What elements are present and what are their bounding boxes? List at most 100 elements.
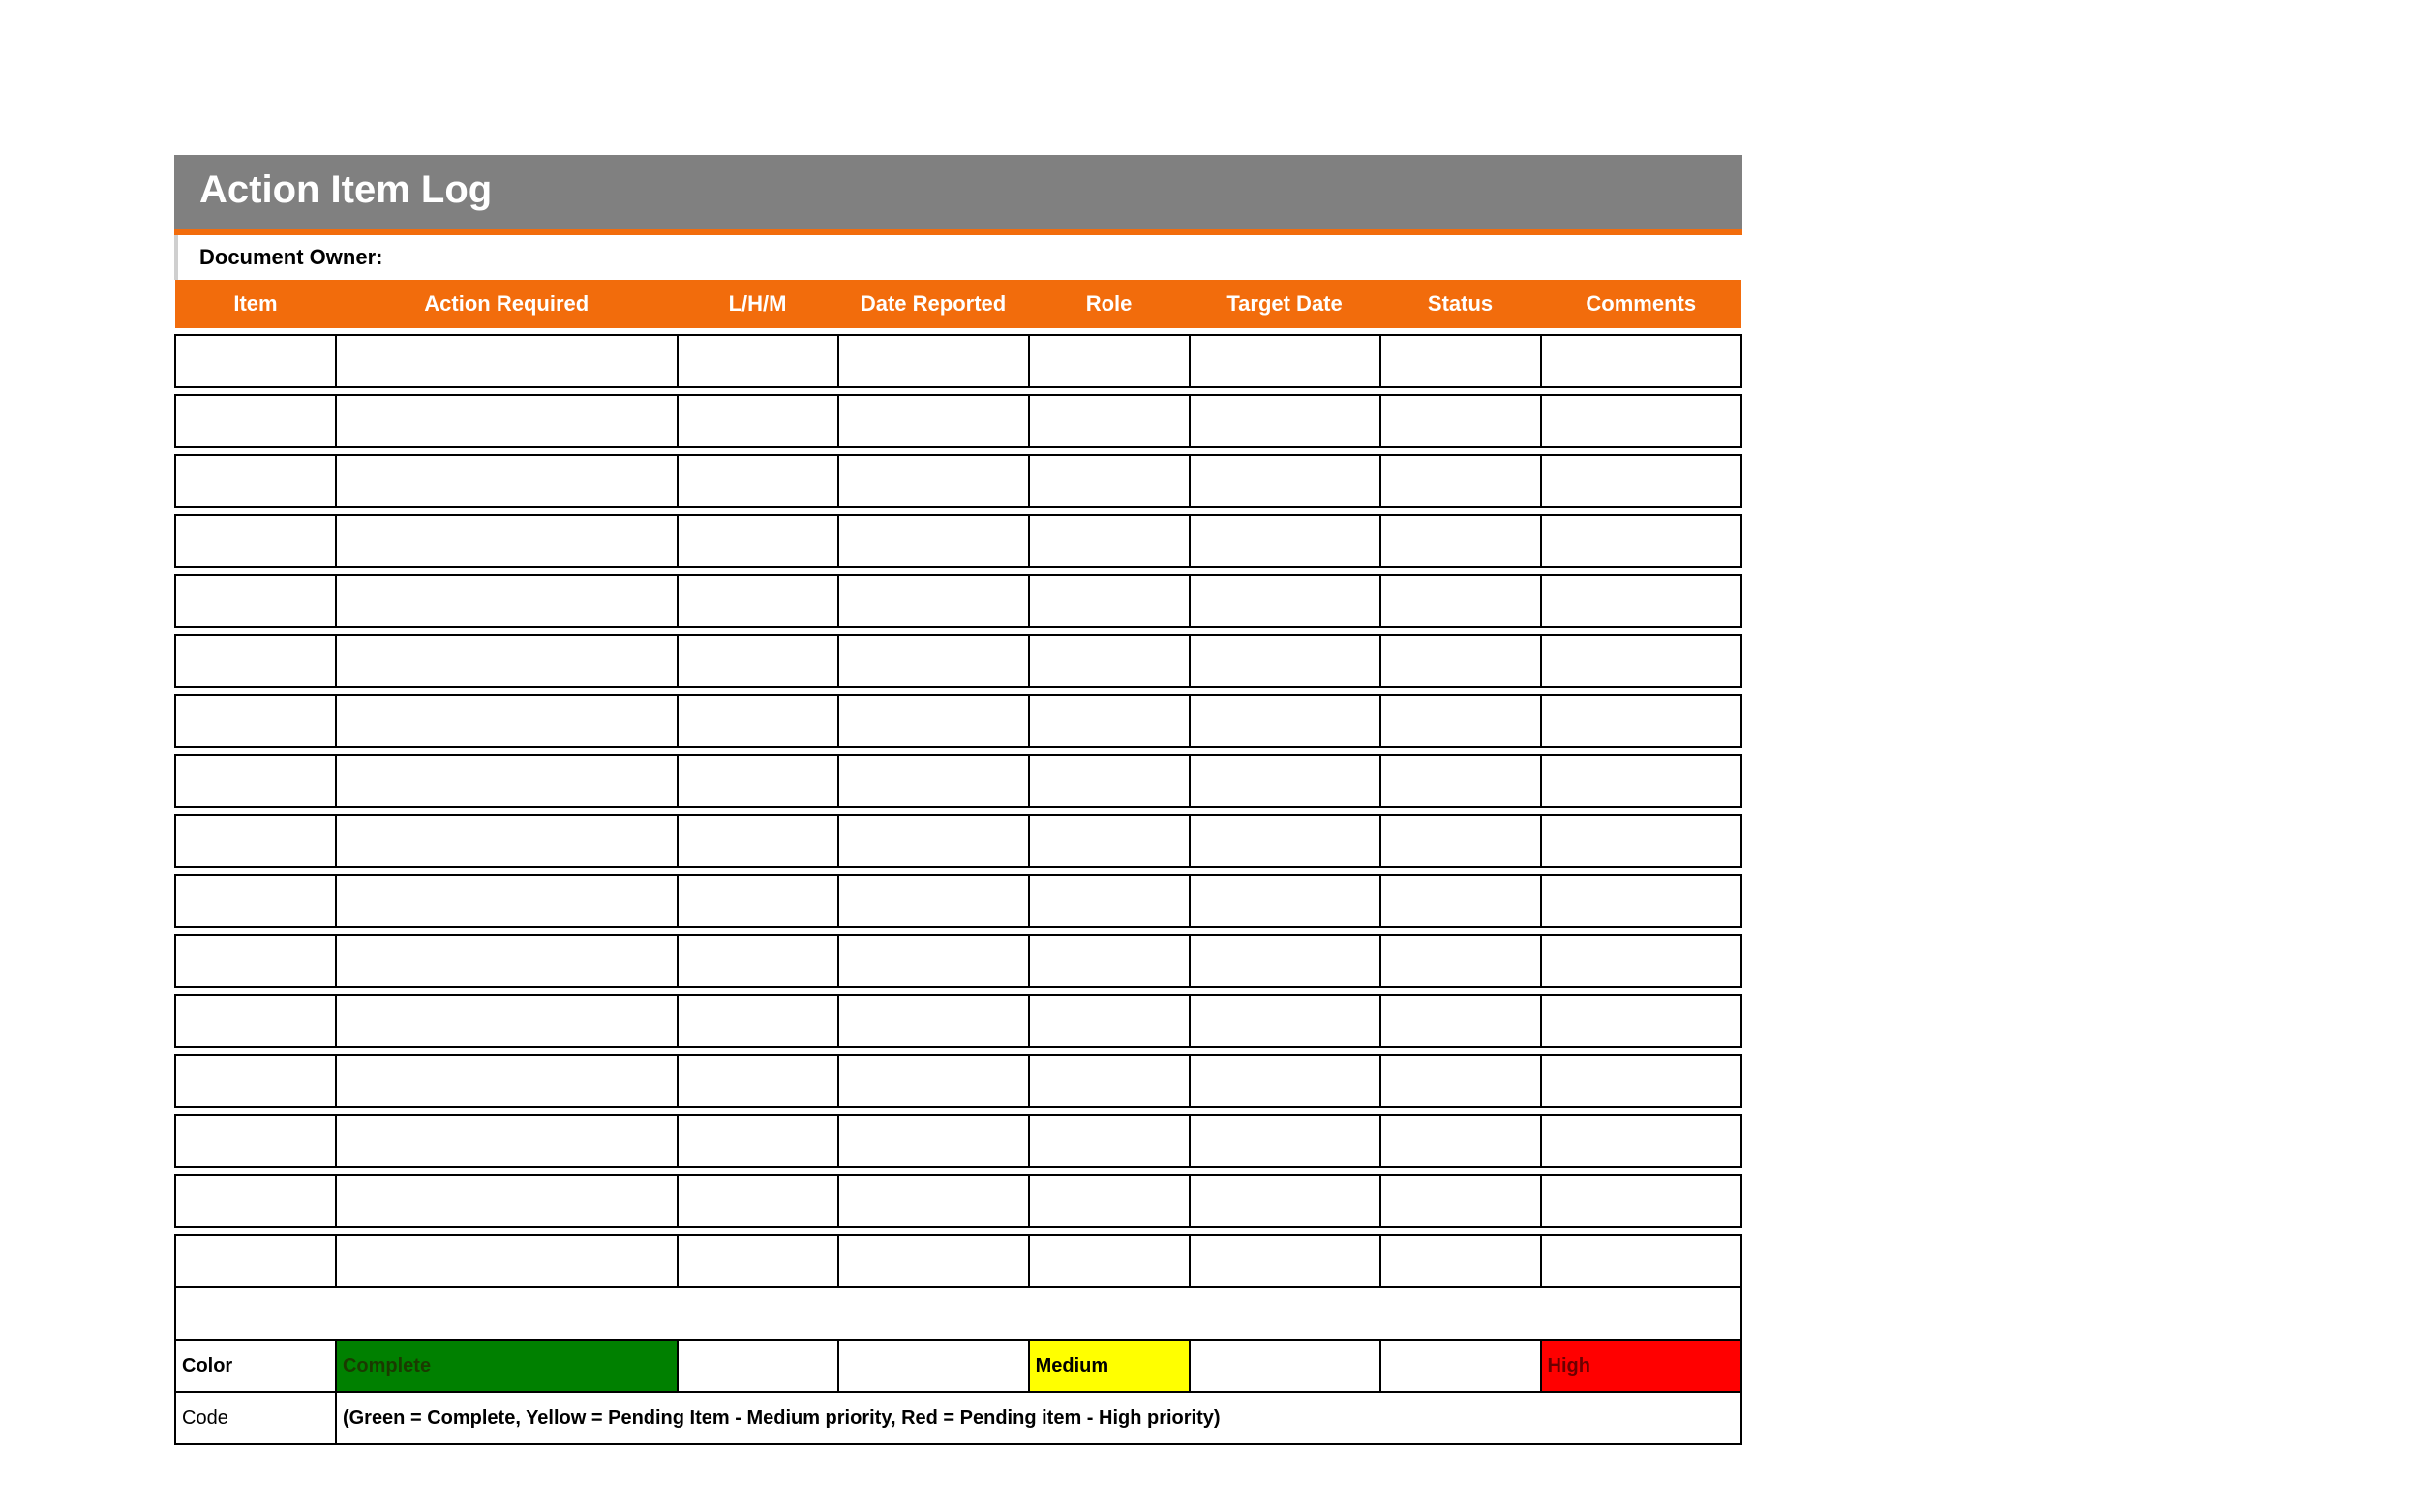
table-cell[interactable] — [1029, 515, 1190, 567]
table-cell[interactable] — [1029, 875, 1190, 927]
table-cell[interactable] — [1541, 395, 1741, 447]
table-cell[interactable] — [1380, 815, 1541, 867]
table-cell[interactable] — [1029, 1055, 1190, 1107]
table-cell[interactable] — [1380, 455, 1541, 507]
table-cell[interactable] — [1541, 935, 1741, 987]
table-cell[interactable] — [1190, 875, 1380, 927]
table-cell[interactable] — [1541, 875, 1741, 927]
table-cell[interactable] — [1380, 935, 1541, 987]
table-cell[interactable] — [175, 995, 336, 1047]
table-cell[interactable] — [1029, 755, 1190, 807]
table-cell[interactable] — [838, 335, 1029, 387]
table-cell[interactable] — [678, 695, 838, 747]
table-cell[interactable] — [1190, 635, 1380, 687]
table-cell[interactable] — [175, 335, 336, 387]
table-cell[interactable] — [1380, 1175, 1541, 1227]
table-cell[interactable] — [175, 395, 336, 447]
table-cell[interactable] — [175, 935, 336, 987]
table-cell[interactable] — [336, 935, 678, 987]
table-cell[interactable] — [838, 755, 1029, 807]
table-cell[interactable] — [1190, 335, 1380, 387]
table-cell[interactable] — [678, 635, 838, 687]
table-cell[interactable] — [1190, 455, 1380, 507]
table-cell[interactable] — [678, 815, 838, 867]
table-cell[interactable] — [336, 575, 678, 627]
table-cell[interactable] — [175, 1235, 336, 1287]
table-cell[interactable] — [838, 395, 1029, 447]
table-cell[interactable] — [175, 815, 336, 867]
table-cell[interactable] — [1541, 1175, 1741, 1227]
table-cell[interactable] — [678, 455, 838, 507]
table-cell[interactable] — [1029, 335, 1190, 387]
table-cell[interactable] — [336, 1235, 678, 1287]
table-cell[interactable] — [336, 635, 678, 687]
table-cell[interactable] — [678, 995, 838, 1047]
table-cell[interactable] — [1190, 815, 1380, 867]
table-cell[interactable] — [678, 515, 838, 567]
table-cell[interactable] — [838, 455, 1029, 507]
table-cell[interactable] — [838, 695, 1029, 747]
table-cell[interactable] — [678, 755, 838, 807]
table-cell[interactable] — [175, 575, 336, 627]
table-cell[interactable] — [1190, 1175, 1380, 1227]
table-cell[interactable] — [1541, 455, 1741, 507]
table-cell[interactable] — [1190, 515, 1380, 567]
table-cell[interactable] — [1541, 695, 1741, 747]
table-cell[interactable] — [1190, 1235, 1380, 1287]
table-cell[interactable] — [1380, 755, 1541, 807]
table-cell[interactable] — [1190, 1115, 1380, 1167]
table-cell[interactable] — [1029, 695, 1190, 747]
table-cell[interactable] — [1541, 635, 1741, 687]
table-cell[interactable] — [678, 935, 838, 987]
table-cell[interactable] — [336, 695, 678, 747]
table-cell[interactable] — [1190, 755, 1380, 807]
table-cell[interactable] — [838, 575, 1029, 627]
table-cell[interactable] — [175, 515, 336, 567]
table-cell[interactable] — [1380, 335, 1541, 387]
table-cell[interactable] — [1541, 335, 1741, 387]
table-cell[interactable] — [1380, 995, 1541, 1047]
table-cell[interactable] — [838, 635, 1029, 687]
table-cell[interactable] — [1029, 1175, 1190, 1227]
table-cell[interactable] — [336, 1055, 678, 1107]
table-cell[interactable] — [336, 875, 678, 927]
table-cell[interactable] — [678, 1055, 838, 1107]
table-cell[interactable] — [175, 1055, 336, 1107]
table-cell[interactable] — [1541, 1055, 1741, 1107]
table-cell[interactable] — [1029, 575, 1190, 627]
table-cell[interactable] — [336, 755, 678, 807]
table-cell[interactable] — [1190, 995, 1380, 1047]
table-cell[interactable] — [678, 1115, 838, 1167]
table-cell[interactable] — [1190, 1055, 1380, 1107]
table-cell[interactable] — [678, 395, 838, 447]
table-cell[interactable] — [838, 875, 1029, 927]
table-cell[interactable] — [678, 335, 838, 387]
table-cell[interactable] — [336, 815, 678, 867]
table-cell[interactable] — [1029, 455, 1190, 507]
table-cell[interactable] — [1541, 1115, 1741, 1167]
table-cell[interactable] — [838, 935, 1029, 987]
table-cell[interactable] — [175, 635, 336, 687]
table-cell[interactable] — [838, 1055, 1029, 1107]
table-cell[interactable] — [678, 875, 838, 927]
table-cell[interactable] — [1380, 1235, 1541, 1287]
table-cell[interactable] — [1190, 575, 1380, 627]
table-cell[interactable] — [678, 575, 838, 627]
table-cell[interactable] — [1541, 1235, 1741, 1287]
table-cell[interactable] — [1541, 755, 1741, 807]
table-cell[interactable] — [1380, 695, 1541, 747]
table-cell[interactable] — [336, 995, 678, 1047]
table-cell[interactable] — [1029, 815, 1190, 867]
table-cell[interactable] — [175, 1175, 336, 1227]
table-cell[interactable] — [175, 755, 336, 807]
table-cell[interactable] — [1541, 815, 1741, 867]
table-cell[interactable] — [1190, 395, 1380, 447]
table-cell[interactable] — [678, 1235, 838, 1287]
table-cell[interactable] — [1541, 575, 1741, 627]
table-cell[interactable] — [1029, 935, 1190, 987]
table-cell[interactable] — [1380, 875, 1541, 927]
table-cell[interactable] — [1190, 695, 1380, 747]
table-cell[interactable] — [175, 1115, 336, 1167]
table-cell[interactable] — [336, 1175, 678, 1227]
table-cell[interactable] — [1190, 935, 1380, 987]
